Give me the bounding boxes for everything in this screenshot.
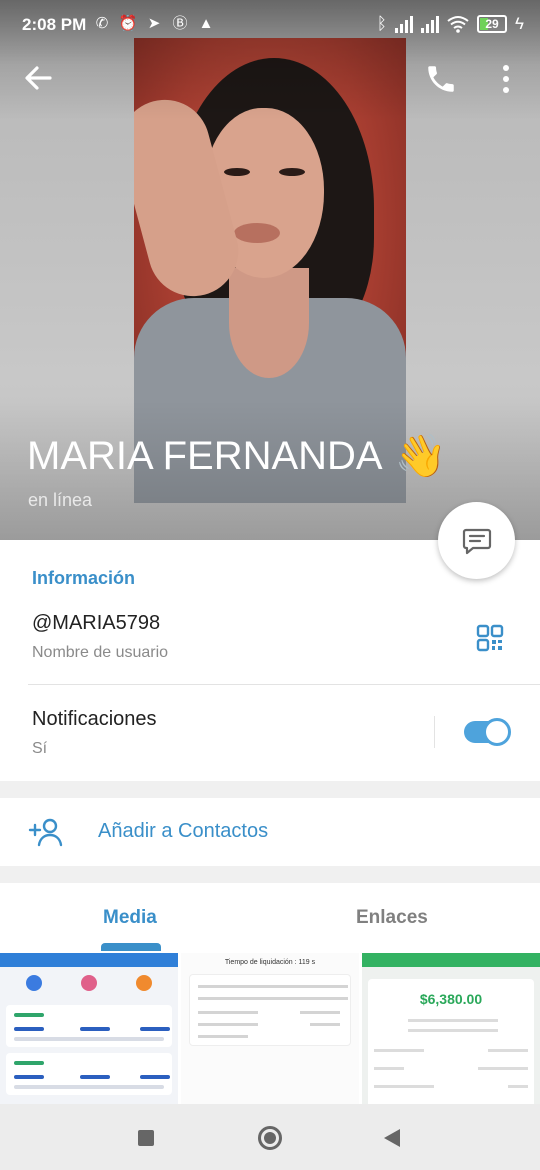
back-triangle-icon[interactable] (384, 1129, 400, 1147)
phone-call-icon[interactable] (424, 62, 458, 96)
add-person-icon (28, 818, 63, 847)
qr-code-icon[interactable] (476, 624, 504, 652)
profile-header: 2:08 PM ✆ ⏰ ➤ Ⓑ ▲ ᛒ 29 ϟ MARIA FERNANDA … (0, 0, 540, 540)
notifications-toggle[interactable] (464, 718, 511, 746)
media-tabs: Media Enlaces (0, 883, 540, 951)
send-message-button[interactable] (438, 502, 515, 579)
media-thumbnail[interactable]: Tiempo de liquidación : 119 s (181, 953, 359, 1104)
status-time: 2:08 PM (22, 15, 87, 34)
info-section: Información @MARIA5798 Nombre de usuario… (0, 540, 540, 781)
vertical-divider (434, 716, 435, 748)
notifications-label[interactable]: Notificaciones (32, 708, 157, 731)
thumbnail-title: Tiempo de liquidación : 119 s (224, 959, 316, 966)
chat-bubble-icon (462, 528, 491, 554)
charging-icon: ϟ (515, 14, 524, 33)
media-thumbnail[interactable] (0, 953, 178, 1104)
username-label: Nombre de usuario (32, 644, 169, 661)
signal-icon-2 (421, 15, 439, 33)
signal-icon (395, 15, 413, 33)
system-nav-bar (0, 1104, 540, 1170)
recent-apps-icon[interactable] (138, 1130, 154, 1146)
back-arrow-icon[interactable] (20, 60, 56, 96)
alarm-icon: ⏰ (118, 15, 138, 32)
username-value[interactable]: @MARIA5798 (32, 612, 160, 635)
notifications-value: Sí (32, 740, 48, 757)
profile-name-text: MARIA FERNANDA (27, 434, 383, 478)
waving-hand-icon: 👋 (394, 432, 447, 479)
notification-app-icon: ▲ (198, 15, 214, 32)
profile-name: MARIA FERNANDA 👋 (27, 432, 447, 481)
telegram-icon: ➤ (147, 15, 161, 32)
active-tab-indicator (101, 943, 161, 951)
add-contact-label: Añadir a Contactos (98, 820, 269, 842)
home-icon[interactable] (258, 1126, 282, 1150)
missed-call-icon: ✆ (95, 15, 109, 32)
wifi-icon (447, 16, 469, 33)
divider (28, 684, 540, 685)
add-contact-row[interactable]: Añadir a Contactos (0, 798, 540, 866)
presence-status: en línea (28, 490, 93, 510)
thumbnail-amount: $6,380.00 (419, 991, 483, 1007)
info-section-title: Información (32, 568, 136, 588)
media-thumbnail[interactable]: $6,380.00 (362, 953, 540, 1104)
tab-links[interactable]: Enlaces (356, 907, 428, 929)
b-circle-icon: Ⓑ (172, 15, 188, 32)
media-grid: Tiempo de liquidación : 119 s $6,380.00 (0, 951, 540, 1104)
tab-media[interactable]: Media (103, 907, 157, 929)
battery-icon: 29 (477, 15, 507, 33)
status-bar: 2:08 PM ✆ ⏰ ➤ Ⓑ ▲ ᛒ 29 ϟ (0, 0, 540, 48)
more-options-icon[interactable] (494, 62, 518, 96)
bluetooth-icon: ᛒ (376, 14, 387, 33)
